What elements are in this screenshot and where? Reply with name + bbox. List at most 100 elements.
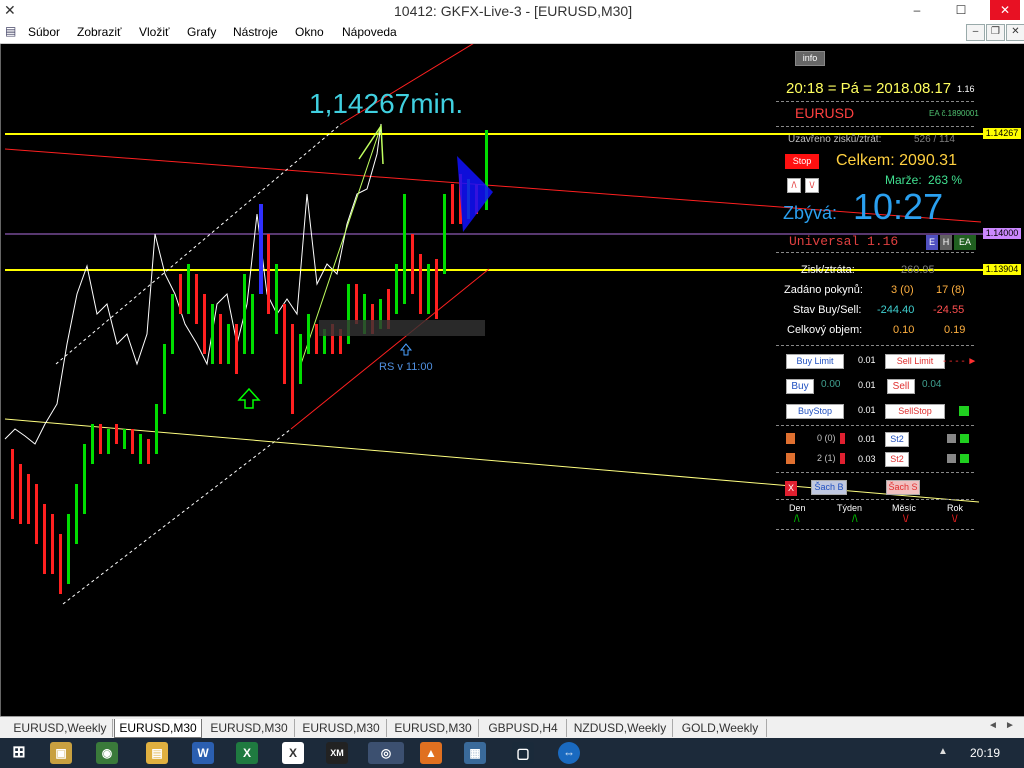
mdi-close-button[interactable]: ✕ [1006,24,1024,41]
menu-bar: ▤ Súbor Zobraziť Vložiť Grafy Nástroje O… [0,22,1024,44]
volume-buy: 0.10 [893,324,915,336]
blue-up-arrow [399,343,413,356]
row2-count: 2 (1) [817,453,836,463]
menu-view[interactable]: Zobraziť [77,25,122,39]
menu-charts[interactable]: Grafy [187,25,216,39]
chart-tab-active[interactable]: EURUSD,M30 [114,719,202,738]
teamviewer-icon[interactable]: ⇔ [558,742,580,764]
stop-button[interactable]: Stop [785,154,819,169]
close-button[interactable]: ✕ [990,0,1020,20]
gray-square-icon[interactable] [947,454,956,463]
orange-square-icon[interactable] [786,433,795,444]
word-icon[interactable]: W [192,742,214,764]
remaining-time: 10:27 [853,186,944,227]
period-month-arrow-icon: \/ [903,514,909,525]
buy-limit-button[interactable]: Buy Limit [786,354,844,369]
state-buy: -244.40 [877,304,915,316]
margin-value: 263 % [928,173,963,187]
symbol-label: EURUSD [795,105,855,121]
min-annotation: 1,14267min. [309,88,464,119]
profit-value: 260.95 [901,264,935,276]
start-icon[interactable]: ⊞ [8,742,30,764]
menu-help[interactable]: Nápoveda [342,25,397,39]
row2-st2-button[interactable]: St2 [885,452,909,467]
price-tag-3: 1.13904 [983,264,1021,275]
closed-label: Uzavřeno zisků/ztrát: [788,134,882,145]
photos-icon[interactable]: ▦ [464,742,486,764]
period-month-label: Měsíc [892,503,917,513]
explorer-icon[interactable]: ▤ [146,742,168,764]
chart-tab[interactable]: GOLD,Weekly [674,719,767,737]
tabs-scroll-right-icon[interactable]: ► [1005,720,1015,731]
buy-button[interactable]: Buy [786,379,814,394]
sach-s-button[interactable]: Šach S [886,480,920,495]
tabs-scroll-left-icon[interactable]: ◄ [988,720,998,731]
app-icon[interactable]: ✕ [4,2,16,19]
tray-chevron-icon[interactable]: ▲ [938,746,948,757]
sell-stop-button[interactable]: SellStop [885,404,945,419]
orange-square-icon[interactable] [786,453,795,464]
period-week-arrow-icon: /\ [852,514,858,525]
green-square-icon[interactable] [959,406,969,416]
divider [776,425,974,426]
green-square-icon[interactable] [960,434,969,443]
menu-file[interactable]: Súbor [28,25,60,39]
maximize-button[interactable]: ☐ [946,0,976,20]
state-label: Stav Buy/Sell: [793,304,862,316]
buy-price: 0.00 [821,379,841,390]
sach-b-button[interactable]: Šach B [811,480,847,495]
sell-limit-button[interactable]: Sell Limit [885,354,945,369]
sell-button[interactable]: Sell [887,379,915,394]
chart-tab[interactable]: EURUSD,M30 [388,719,479,737]
divider [776,472,974,473]
chart-tab[interactable]: EURUSD,M30 [204,719,295,737]
down-button[interactable]: \/ [805,178,819,193]
menu-insert[interactable]: Vložiť [139,25,170,39]
divider [776,126,974,127]
price-tag-1: 1.14267 [983,128,1021,139]
chrome-icon[interactable]: ◎ [368,742,404,764]
excel-icon[interactable]: X [236,742,258,764]
profit-label: Zisk/ztráta: [801,264,855,276]
buy-stop-button[interactable]: BuyStop [786,404,844,419]
taskbar: ⊞ ▣ ◉ ▤ W X X XM ◎ ▲ ▦ ▢ ⇔ ▲ 20:19 [0,738,1024,768]
info-button[interactable]: info [795,51,825,66]
period-year-arrow-icon: \/ [952,514,958,525]
xm-icon[interactable]: XM [326,742,348,764]
remaining-label: Zbývá: [783,203,838,223]
vlc-icon[interactable]: ▲ [420,742,442,764]
row1-st2-button[interactable]: St2 [885,432,909,447]
chart-tab[interactable]: EURUSD,Weekly [8,719,113,737]
terminal-icon[interactable]: X [282,742,304,764]
menu-window[interactable]: Okno [295,25,324,39]
task-view-icon[interactable]: ▢ [512,742,534,764]
minimize-button[interactable]: ‒ [902,0,932,20]
menu-tools[interactable]: Nástroje [233,25,278,39]
close-all-button[interactable]: X [785,481,797,496]
orders-buy: 3 (0) [891,284,914,296]
chart-tab[interactable]: NZDUSD,Weekly [568,719,673,737]
green-square-icon[interactable] [960,454,969,463]
clock[interactable]: 20:19 [970,746,1000,760]
chart-tab[interactable]: EURUSD,M30 [296,719,387,737]
gray-zone [319,320,485,336]
mdi-minimize-button[interactable]: – [966,24,985,41]
datetime-suffix: 1.16 [957,84,975,94]
badge-ea[interactable]: EA [954,235,976,250]
divider [776,529,974,530]
earth-icon[interactable]: ◉ [96,742,118,764]
badge-e[interactable]: E [926,235,938,250]
price-chart[interactable]: 1,14267min. RS v 11:00 1.14267 1.14000 1… [0,44,1023,716]
row1-count: 0 (0) [817,433,836,443]
rs-label: RS v 11:00 [379,361,433,373]
chart-menu-icon[interactable]: ▤ [5,24,16,38]
up-button[interactable]: /\ [787,178,801,193]
badge-h[interactable]: H [940,235,952,250]
mdi-restore-button[interactable]: ❐ [986,24,1005,41]
row2-lot: 0.03 [858,454,876,464]
chart-tab[interactable]: GBPUSD,H4 [480,719,567,737]
divider [776,499,974,500]
folder-icon[interactable]: ▣ [50,742,72,764]
datetime: 20:18 = Pá = 2018.08.17 [786,80,952,97]
gray-square-icon[interactable] [947,434,956,443]
